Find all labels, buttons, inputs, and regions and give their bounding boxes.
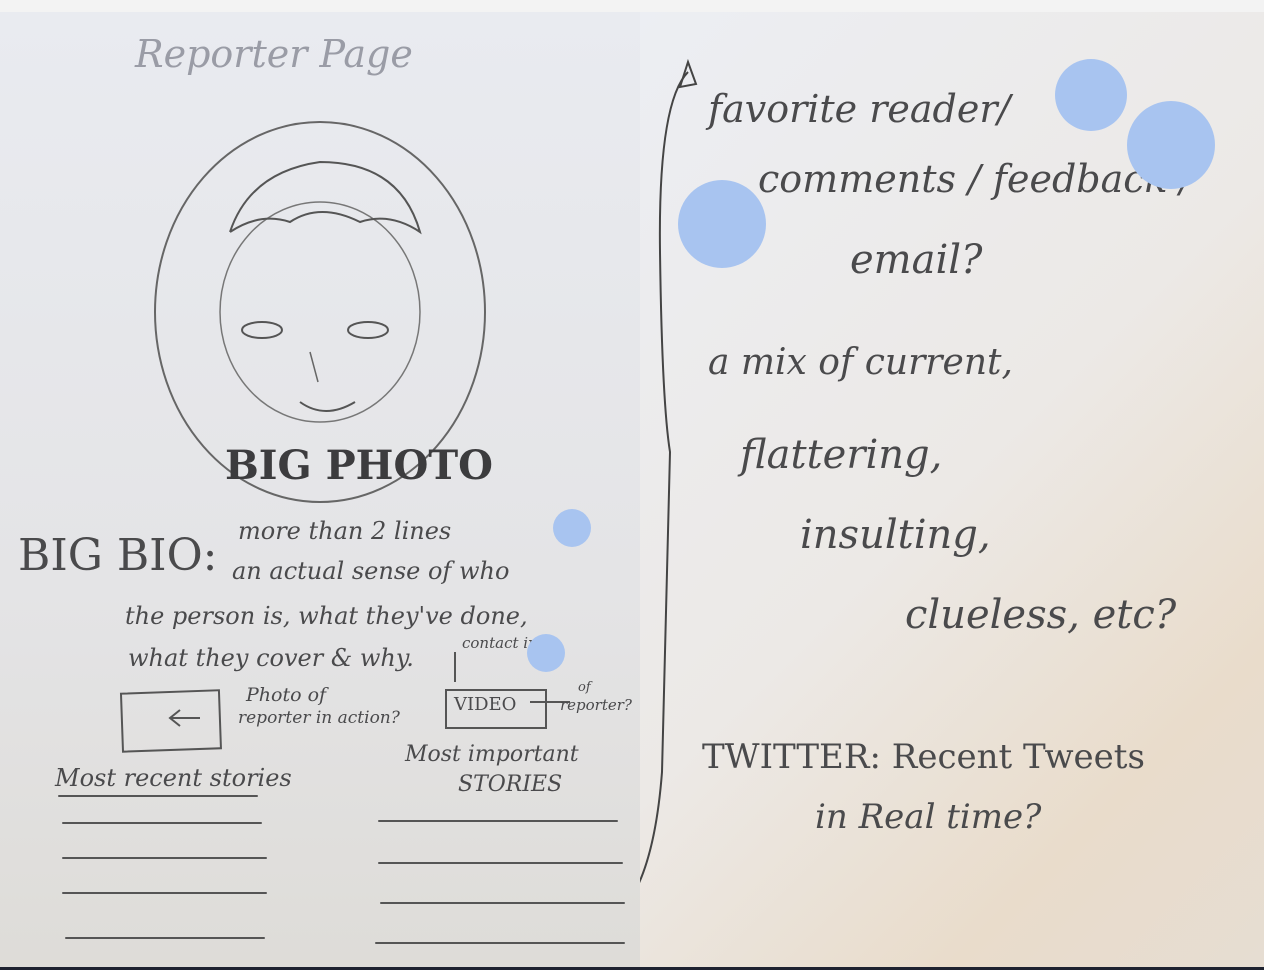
top-edge bbox=[0, 0, 1264, 12]
bio-line-3: the person is, what they've done, bbox=[125, 602, 528, 630]
story-placeholder-line bbox=[62, 892, 267, 894]
video-note-2: reporter? bbox=[560, 696, 632, 714]
video-box-label: VIDEO bbox=[454, 694, 517, 715]
video-note-1: of bbox=[578, 680, 591, 695]
story-placeholder-line bbox=[62, 857, 267, 859]
marker-dot bbox=[1055, 59, 1127, 131]
marker-dot bbox=[553, 509, 591, 547]
twitter-line-1: TWITTER: Recent Tweets bbox=[702, 737, 1145, 777]
bio-line-1: more than 2 lines bbox=[238, 517, 452, 545]
mix-line-1: a mix of current, bbox=[708, 342, 1013, 383]
bio-line-4: what they cover & why. bbox=[128, 644, 414, 672]
bio-line-2: an actual sense of who bbox=[232, 557, 510, 585]
important-stories-heading-1: Most important bbox=[405, 742, 579, 767]
twitter-line-2: in Real time? bbox=[815, 797, 1042, 837]
photo-action-line-2: reporter in action? bbox=[238, 708, 400, 728]
important-stories-heading-2: STORIES bbox=[458, 772, 563, 797]
marker-dot bbox=[527, 634, 565, 672]
feedback-line-2: comments / feedback / bbox=[758, 157, 1193, 201]
marker-dot bbox=[1127, 101, 1215, 189]
recent-stories-heading: Most recent stories bbox=[55, 764, 292, 792]
mix-line-4: clueless, etc? bbox=[905, 592, 1177, 638]
story-placeholder-line bbox=[378, 820, 618, 822]
big-photo-label: BIG PHOTO bbox=[225, 442, 493, 489]
big-bio-label: BIG BIO: bbox=[18, 530, 218, 581]
story-placeholder-line bbox=[380, 902, 625, 904]
heading-underline bbox=[58, 795, 258, 797]
marker-dot bbox=[678, 180, 766, 268]
story-placeholder-line bbox=[62, 822, 262, 824]
feedback-line-1: favorite reader/ bbox=[708, 87, 1011, 131]
feedback-line-3: email? bbox=[850, 237, 983, 283]
photo-action-line-1: Photo of bbox=[246, 684, 327, 706]
story-placeholder-line bbox=[378, 862, 623, 864]
story-placeholder-line bbox=[375, 942, 625, 944]
story-placeholder-line bbox=[65, 937, 265, 939]
mix-line-2: flattering, bbox=[740, 432, 943, 478]
mix-line-3: insulting, bbox=[800, 512, 991, 558]
left-sketch-page: Reporter Page BIG PHOTO BIG BIO: more th… bbox=[0, 12, 640, 967]
